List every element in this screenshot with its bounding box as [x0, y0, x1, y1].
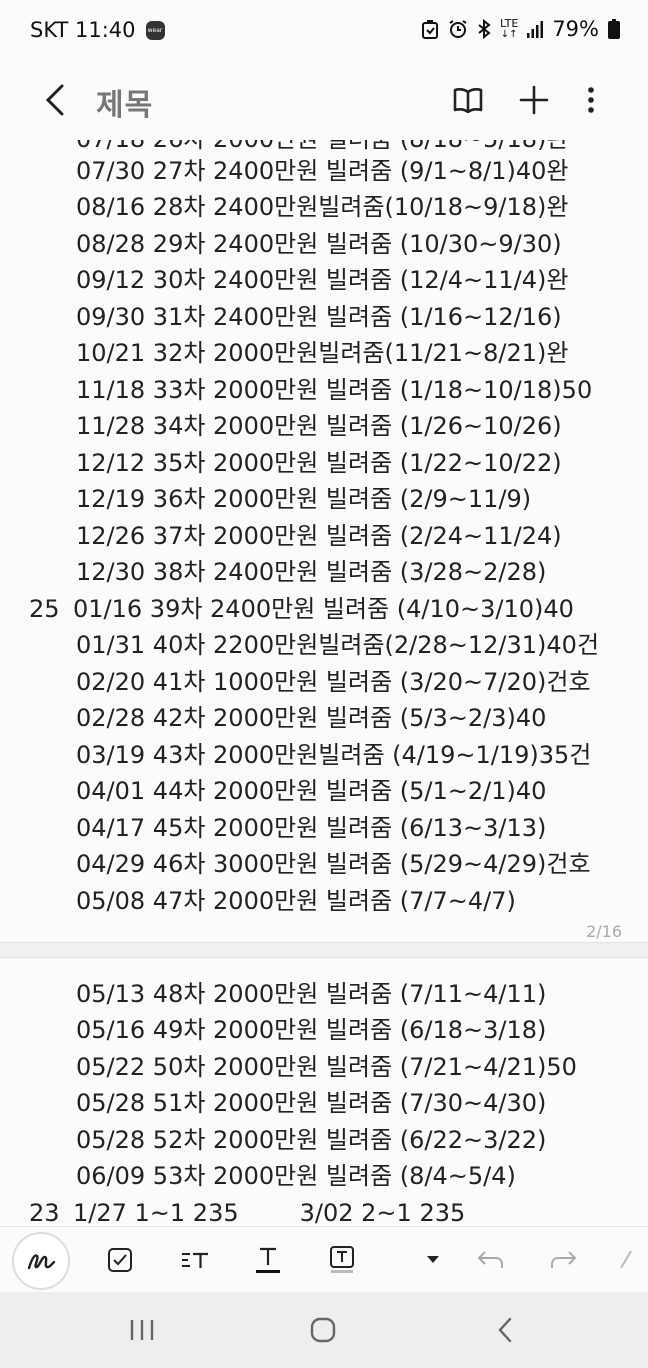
- note-line: 02/20 41차 1000만원 빌려줌 (3/20~7/20)건호: [76, 668, 591, 696]
- add-button[interactable]: [516, 82, 552, 118]
- more-vertical-icon: [588, 87, 594, 113]
- battery-percent: 79%: [552, 17, 599, 41]
- navigation-bar: [0, 1292, 648, 1368]
- editor-toolbar: [0, 1226, 648, 1292]
- status-bar: SKT 11:40 wear LTE ↓↑ 79%: [0, 0, 648, 64]
- note-line: 01/16 39차 2400만원 빌려줌 (4/10~3/10)40: [73, 595, 574, 623]
- back-button[interactable]: [40, 80, 74, 120]
- recents-button[interactable]: [117, 1310, 167, 1350]
- note-line: 01/31 40차 2200만원빌려줌(2/28~12/31)40건: [76, 631, 600, 659]
- note-line: 12/12 35차 2000만원 빌려줌 (1/22~10/22): [76, 449, 562, 477]
- note-line: 05/28 51차 2000만원 빌려줌 (7/30~4/30): [76, 1089, 547, 1117]
- year-marker: 23: [29, 1199, 60, 1226]
- back-icon: [498, 1317, 512, 1343]
- text-format-button[interactable]: [172, 1237, 218, 1283]
- note-page-2[interactable]: 05/13 48차 2000만원 빌려줌 (7/11~4/11) 05/16 4…: [0, 958, 648, 1226]
- year-marker: 25: [29, 595, 60, 623]
- note-title[interactable]: 제목: [96, 80, 153, 124]
- app-bar: 제목: [0, 64, 648, 140]
- bluetooth-icon: [477, 19, 491, 39]
- undo-icon: [477, 1251, 503, 1268]
- text-box-icon: [330, 1246, 354, 1273]
- note-line: 05/08 47차 2000만원 빌려줌 (7/7~4/7): [76, 887, 516, 915]
- note-line: 09/30 31차 2400만원 빌려줌 (1/16~12/16): [76, 303, 562, 331]
- note-line: 07/30 27차 2400만원 빌려줌 (9/1~8/1)40완: [76, 157, 569, 185]
- note-line: 05/13 48차 2000만원 빌려줌 (7/11~4/11): [76, 980, 547, 1008]
- note-line: 12/19 36차 2000만원 빌려줌 (2/9~11/9): [76, 485, 532, 513]
- note-line: 06/09 53차 2000만원 빌려줌 (8/4~5/4): [76, 1162, 516, 1190]
- alarm-icon: [448, 19, 468, 39]
- note-line: 04/17 45차 2000만원 빌려줌 (6/13~3/13): [76, 814, 547, 842]
- note-line: 05/28 52차 2000만원 빌려줌 (6/22~3/22): [76, 1126, 547, 1154]
- chevron-left-icon: [45, 84, 64, 116]
- note-line: 11/18 33차 2000만원 빌려줌 (1/18~10/18)50: [76, 376, 593, 404]
- pen-icon: [27, 1254, 56, 1270]
- lte-indicator: LTE ↓↑: [500, 18, 518, 40]
- eraser-icon: [620, 1250, 632, 1269]
- signal-icon: [527, 20, 544, 38]
- note-line: 10/21 32차 2000만원빌려줌(11/21~8/21)완: [76, 339, 569, 367]
- nav-back-button[interactable]: [480, 1310, 530, 1350]
- note-line: 11/28 34차 2000만원 빌려줌 (1/26~10/26): [76, 412, 562, 440]
- plus-icon: [519, 85, 549, 115]
- home-button[interactable]: [298, 1310, 348, 1350]
- note-line: 04/01 44차 2000만원 빌려줌 (5/1~2/1)40: [76, 777, 547, 805]
- undo-button[interactable]: [467, 1237, 513, 1283]
- note-line: 03/19 43차 2000만원빌려줌 (4/19~1/19)35건: [76, 741, 592, 769]
- text-format-icon: [182, 1252, 208, 1268]
- note-page-1[interactable]: 07/18 26차 2000만원 빌려줌 (8/18~5/18)완 07/30 …: [0, 140, 648, 942]
- recents-icon: [130, 1320, 154, 1340]
- redo-button[interactable]: [541, 1237, 587, 1283]
- wear-icon: wear: [145, 20, 165, 40]
- pen-button[interactable]: [12, 1232, 70, 1290]
- redo-icon: [551, 1251, 577, 1268]
- page-number: 2/16: [586, 922, 622, 941]
- note-line: 04/29 46차 3000만원 빌려줌 (5/29~4/29)건호: [76, 850, 591, 878]
- note-line: 05/16 49차 2000만원 빌려줌 (6/18~3/18): [76, 1016, 547, 1044]
- note-line: 02/28 42차 2000만원 빌려줌 (5/3~2/3)40: [76, 704, 547, 732]
- eraser-button[interactable]: [612, 1237, 642, 1283]
- dropdown-icon: [427, 1256, 439, 1263]
- more-format-dropdown[interactable]: [410, 1237, 456, 1283]
- lte-label: LTE: [500, 17, 519, 30]
- note-line: 05/22 50차 2000만원 빌려줌 (7/21~4/21)50: [76, 1053, 577, 1081]
- checkbox-button[interactable]: [97, 1237, 143, 1283]
- book-icon: [453, 88, 483, 113]
- text-style-button[interactable]: [245, 1237, 291, 1283]
- status-right: LTE ↓↑ 79%: [421, 17, 620, 41]
- more-options-button[interactable]: [573, 82, 609, 118]
- page-separator: [0, 942, 648, 958]
- carrier-time: SKT 11:40: [30, 18, 136, 42]
- checkbox-icon: [108, 1248, 132, 1272]
- note-line: 08/28 29차 2400만원 빌려줌 (10/30~9/30): [76, 230, 562, 258]
- status-left: SKT 11:40 wear: [30, 18, 165, 42]
- text-box-button[interactable]: [319, 1237, 365, 1283]
- clean-icon: [421, 19, 439, 39]
- home-icon: [310, 1317, 336, 1343]
- note-line: 12/30 38차 2400만원 빌려줌 (3/28~2/28): [76, 558, 547, 586]
- text-style-icon: [256, 1247, 280, 1273]
- note-line: 1/27 1~1 235 3/02 2~1 235: [73, 1199, 466, 1226]
- reading-mode-button[interactable]: [450, 82, 486, 118]
- note-line: 09/12 30차 2400만원 빌려줌 (12/4~11/4)완: [76, 266, 569, 294]
- note-line: 07/18 26차 2000만원 빌려줌 (8/18~5/18)완: [76, 140, 568, 154]
- data-arrows-icon: ↓↑: [500, 29, 518, 40]
- note-line: 08/16 28차 2400만원빌려줌(10/18~9/18)완: [76, 193, 569, 221]
- note-line: 12/26 37차 2000만원 빌려줌 (2/24~11/24): [76, 522, 562, 550]
- battery-icon: [608, 19, 620, 39]
